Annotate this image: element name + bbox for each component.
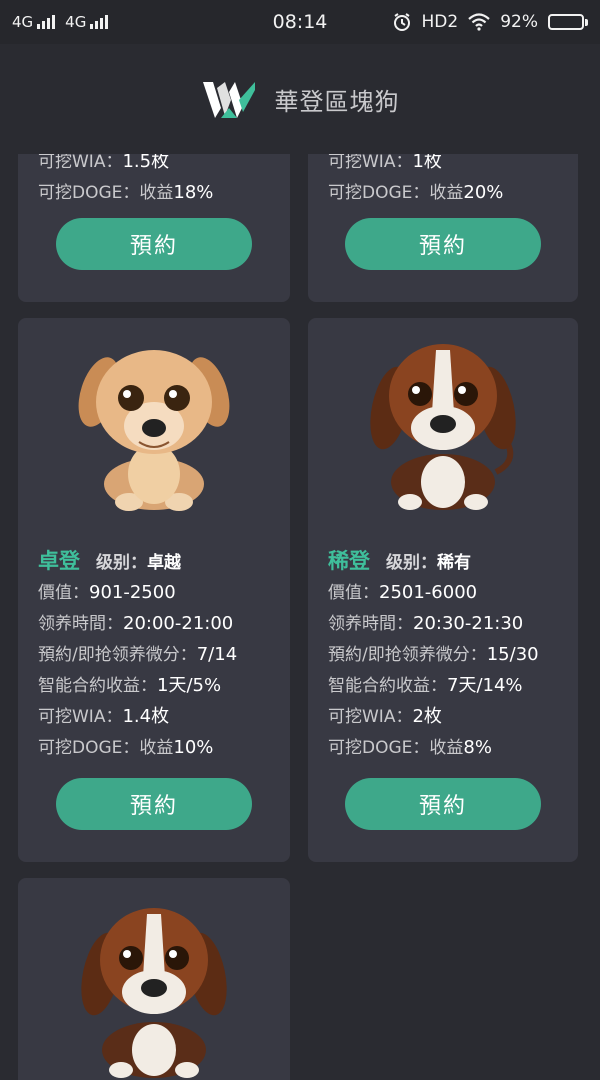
doge-row: 可挖DOGE：收益8% bbox=[328, 732, 564, 763]
wia-value: 1.4枚 bbox=[122, 706, 170, 727]
wia-label: 可挖WIA： bbox=[38, 707, 123, 727]
battery-percent: 92% bbox=[500, 12, 538, 32]
doge-label: 可挖DOGE：收益 bbox=[38, 183, 174, 203]
price-row: 價值：901-2500 bbox=[38, 577, 276, 608]
level-label: 级别： bbox=[96, 553, 147, 573]
price-label: 價值： bbox=[38, 583, 89, 603]
reserve-points-label: 預約/即抢领养微分： bbox=[328, 645, 487, 665]
wia-label: 可挖WIA： bbox=[328, 154, 413, 172]
signal-group: 4G 4G bbox=[12, 13, 109, 31]
alarm-icon bbox=[393, 13, 410, 31]
reserve-points-value: 7/14 bbox=[196, 644, 238, 665]
wia-row: 可挖WIA：2枚 bbox=[328, 701, 564, 732]
signal-bars-icon bbox=[90, 15, 109, 29]
dog-card-partial: 可挖WIA：1枚 可挖DOGE：收益20% 預約 bbox=[308, 154, 578, 302]
level-label: 级别： bbox=[386, 553, 437, 573]
wia-value: 2枚 bbox=[412, 706, 442, 727]
wia-value: 1.5枚 bbox=[122, 154, 170, 172]
price-value: 901-2500 bbox=[89, 582, 176, 603]
dog-name: 稀登 bbox=[328, 549, 370, 573]
reserve-button[interactable]: 預約 bbox=[345, 218, 541, 270]
doge-label: 可挖DOGE：收益 bbox=[328, 183, 464, 203]
wia-label: 可挖WIA： bbox=[328, 707, 413, 727]
adopt-time-row: 领养時間：20:00-21:00 bbox=[38, 608, 276, 639]
wia-value: 1枚 bbox=[412, 154, 442, 172]
dog-card: 卓登 级别：卓越 價值：901-2500 领养時間：20:00-21:00 預約/… bbox=[18, 318, 290, 862]
wia-row: 可挖WIA：1.5枚 bbox=[38, 154, 276, 177]
contract-value: 1天/5% bbox=[157, 675, 222, 696]
dog-card-partial bbox=[18, 878, 290, 1080]
network-label-1: 4G bbox=[12, 13, 34, 31]
doge-value: 18% bbox=[173, 182, 214, 203]
reserve-button[interactable]: 預約 bbox=[56, 218, 252, 270]
signal-bars-icon bbox=[37, 15, 56, 29]
level-value: 卓越 bbox=[147, 553, 181, 573]
wia-row: 可挖WIA：1枚 bbox=[328, 154, 564, 177]
dog-card: 稀登 级别：稀有 價值：2501-6000 领养時間：20:30-21:30 預約… bbox=[308, 318, 578, 862]
beagle-puppy-icon bbox=[81, 908, 227, 1078]
doge-value: 10% bbox=[173, 737, 214, 758]
adopt-time-label: 领养時間： bbox=[38, 614, 123, 634]
contract-label: 智能合約收益： bbox=[38, 676, 157, 696]
wifi-icon bbox=[468, 13, 490, 31]
status-bar: 4G 4G 08:14 HD2 92% bbox=[0, 0, 600, 44]
reserve-points-row: 預約/即抢领养微分：15/30 bbox=[328, 639, 564, 670]
beagle-puppy-icon bbox=[370, 344, 516, 510]
signal-indicator-2: 4G bbox=[65, 13, 109, 31]
doge-label: 可挖DOGE：收益 bbox=[328, 738, 464, 758]
adopt-time-label: 领养時間： bbox=[328, 614, 413, 634]
name-row: 稀登 级别：稀有 bbox=[328, 546, 564, 577]
doge-row: 可挖DOGE：收益18% bbox=[38, 177, 276, 208]
doge-value: 8% bbox=[463, 737, 492, 758]
network-label-2: 4G bbox=[65, 13, 87, 31]
adopt-time-value: 20:00-21:00 bbox=[123, 613, 234, 634]
scroll-clip-top: 可挖WIA：1.5枚 可挖DOGE：收益18% 預約 可挖WIA：1枚 可挖DO… bbox=[0, 154, 600, 308]
doge-label: 可挖DOGE：收益 bbox=[38, 738, 174, 758]
doge-row: 可挖DOGE：收益10% bbox=[38, 732, 276, 763]
reserve-button[interactable]: 預約 bbox=[56, 778, 252, 830]
contract-label: 智能合約收益： bbox=[328, 676, 447, 696]
signal-indicator-1: 4G bbox=[12, 13, 56, 31]
app-header: 華登區塊狗 bbox=[0, 44, 600, 154]
wia-label: 可挖WIA： bbox=[38, 154, 123, 172]
card-info: 可挖WIA：1.5枚 可挖DOGE：收益18% bbox=[38, 154, 276, 208]
card-info: 卓登 级别：卓越 價值：901-2500 领养時間：20:00-21:00 預約/… bbox=[38, 546, 276, 763]
battery-icon bbox=[548, 14, 588, 30]
reserve-points-label: 預約/即抢领养微分： bbox=[38, 645, 197, 665]
contract-value: 7天/14% bbox=[447, 675, 523, 696]
dog-name: 卓登 bbox=[38, 549, 80, 573]
dog-card-partial: 可挖WIA：1.5枚 可挖DOGE：收益18% 預約 bbox=[18, 154, 290, 302]
adopt-time-value: 20:30-21:30 bbox=[413, 613, 524, 634]
price-row: 價值：2501-6000 bbox=[328, 577, 564, 608]
hd-indicator: HD2 bbox=[421, 12, 459, 32]
w-logo-icon bbox=[202, 82, 255, 118]
status-icons: HD2 92% bbox=[392, 12, 588, 32]
card-info: 稀登 级别：稀有 價值：2501-6000 领养時間：20:30-21:30 預約… bbox=[328, 546, 564, 763]
tan-puppy-icon bbox=[78, 350, 230, 511]
price-value: 2501-6000 bbox=[379, 582, 478, 603]
name-row: 卓登 级别：卓越 bbox=[38, 546, 276, 577]
card-info: 可挖WIA：1枚 可挖DOGE：收益20% bbox=[328, 154, 564, 208]
doge-row: 可挖DOGE：收益20% bbox=[328, 177, 564, 208]
app-title: 華登區塊狗 bbox=[274, 87, 400, 116]
price-label: 價值： bbox=[328, 583, 379, 603]
adopt-time-row: 领养時間：20:30-21:30 bbox=[328, 608, 564, 639]
level-value: 稀有 bbox=[437, 553, 471, 573]
reserve-points-row: 預約/即抢领养微分：7/14 bbox=[38, 639, 276, 670]
contract-row: 智能合約收益：1天/5% bbox=[38, 670, 276, 701]
contract-row: 智能合約收益：7天/14% bbox=[328, 670, 564, 701]
reserve-button[interactable]: 預約 bbox=[345, 778, 541, 830]
reserve-points-value: 15/30 bbox=[486, 644, 539, 665]
doge-value: 20% bbox=[463, 182, 504, 203]
wia-row: 可挖WIA：1.4枚 bbox=[38, 701, 276, 732]
